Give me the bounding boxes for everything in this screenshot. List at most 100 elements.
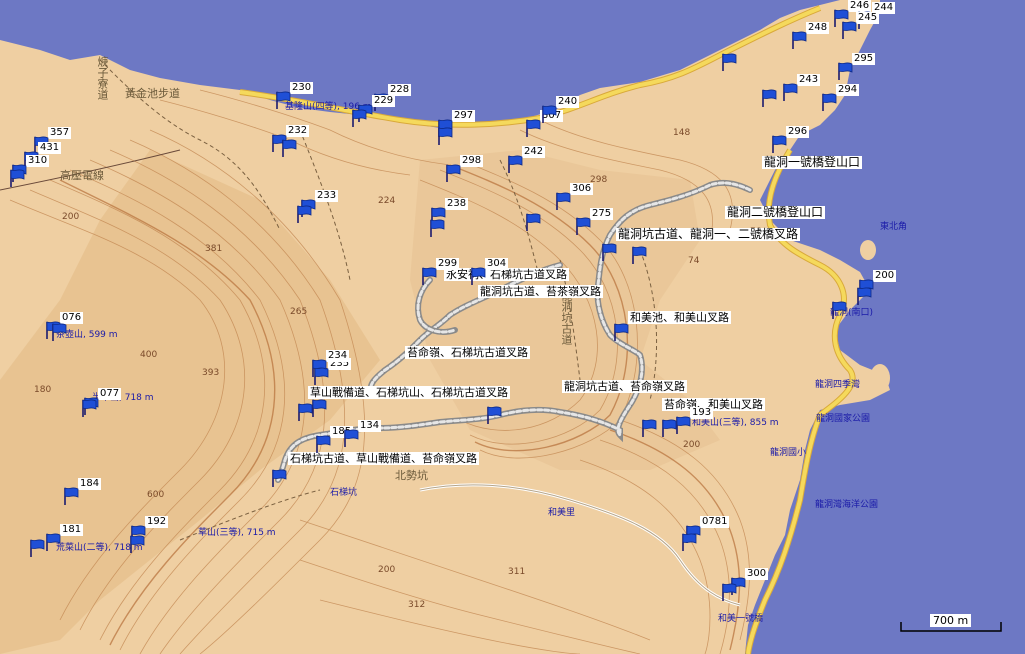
poi-longdong-school: 龍洞國小 [770, 448, 807, 458]
waypoint-flag-icon[interactable] [128, 534, 146, 554]
waypoint-flag-icon[interactable] [8, 168, 26, 188]
waypoint-number[interactable]: 230 [290, 82, 314, 94]
trail-label-9[interactable]: 龍洞坑古道、苔命嶺叉路 [562, 380, 687, 393]
waypoint-flag-icon[interactable] [314, 434, 332, 454]
waypoint-number[interactable]: 431 [38, 142, 62, 154]
waypoint-flag-icon[interactable] [770, 134, 788, 154]
waypoint-number[interactable]: 295 [852, 53, 876, 65]
waypoint-number[interactable]: 248 [806, 22, 830, 34]
waypoint-number[interactable]: 0781 [700, 516, 730, 528]
waypoint-number[interactable]: 298 [460, 155, 484, 167]
trail-label-2[interactable]: 龍洞二號橋登山口 [725, 206, 826, 219]
waypoint-flag-icon[interactable] [836, 61, 854, 81]
waypoint-flag-icon[interactable] [612, 322, 630, 342]
trail-label-8[interactable]: 草山戰備道、石梯坑山、石梯坑古道叉路 [308, 386, 510, 399]
waypoint-number[interactable]: 296 [786, 126, 810, 138]
waypoint-flag-icon[interactable] [50, 322, 68, 342]
waypoint-number[interactable]: 134 [358, 420, 382, 432]
waypoint-number[interactable]: 275 [590, 208, 614, 220]
waypoint-number[interactable]: 193 [690, 407, 714, 419]
waypoint-flag-icon[interactable] [720, 582, 738, 602]
waypoint-number[interactable]: 242 [522, 146, 546, 158]
poi-northeast: 東北角 [880, 222, 908, 232]
waypoint-flag-icon[interactable] [44, 532, 62, 552]
waypoint-number[interactable]: 300 [745, 568, 769, 580]
spot-74: 74 [688, 256, 700, 266]
waypoint-flag-icon[interactable] [350, 108, 368, 128]
waypoint-number[interactable]: 294 [836, 84, 860, 96]
waypoint-number[interactable]: 238 [445, 198, 469, 210]
waypoint-number[interactable]: 200 [873, 270, 897, 282]
spot-224: 224 [378, 196, 396, 206]
waypoint-flag-icon[interactable] [420, 266, 438, 286]
waypoint-flag-icon[interactable] [295, 204, 313, 224]
road-name-4: 龍洞坑古道 [560, 290, 573, 345]
power-line-label: 高壓電線 [60, 169, 104, 182]
waypoint-number[interactable]: 240 [556, 96, 580, 108]
waypoint-number[interactable]: 233 [315, 190, 339, 202]
waypoint-number[interactable]: 245 [856, 12, 880, 24]
waypoint-flag-icon[interactable] [436, 126, 454, 146]
waypoint-flag-icon[interactable] [720, 52, 738, 72]
waypoint-number[interactable]: 243 [797, 74, 821, 86]
road-name-3: 北勢坑 [395, 469, 428, 482]
waypoint-number[interactable]: 232 [286, 125, 310, 137]
trail-label-5[interactable]: 龍洞坑古道、苔茶嶺叉路 [478, 285, 603, 298]
waypoint-flag-icon[interactable] [660, 418, 678, 438]
waypoint-number[interactable]: 357 [48, 127, 72, 139]
waypoint-flag-icon[interactable] [485, 405, 503, 425]
waypoint-flag-icon[interactable] [781, 82, 799, 102]
trail-label-3[interactable]: 龍洞坑古道、龍洞一、二號橋叉路 [616, 228, 801, 241]
waypoint-flag-icon[interactable] [554, 191, 572, 211]
trail-label-10[interactable]: 苔命嶺、和美山叉路 [662, 398, 765, 411]
waypoint-flag-icon[interactable] [840, 20, 858, 40]
waypoint-flag-icon[interactable] [80, 398, 98, 418]
waypoint-flag-icon[interactable] [524, 212, 542, 232]
waypoint-flag-icon[interactable] [444, 163, 462, 183]
waypoint-flag-icon[interactable] [760, 88, 778, 108]
poi-hemei-mountain: 和美山(三等), 855 m [692, 418, 779, 428]
waypoint-flag-icon[interactable] [574, 216, 592, 236]
waypoint-flag-icon[interactable] [280, 138, 298, 158]
contour-elev-300b: 200 [378, 565, 396, 575]
waypoint-flag-icon[interactable] [600, 242, 618, 262]
waypoint-number[interactable]: 306 [570, 183, 594, 195]
waypoint-flag-icon[interactable] [310, 358, 328, 378]
trail-label-1[interactable]: 龍洞一號橋登山口 [762, 156, 863, 169]
waypoint-flag-icon[interactable] [506, 154, 524, 174]
waypoint-number[interactable]: 192 [145, 516, 169, 528]
waypoint-number[interactable]: 181 [60, 524, 84, 536]
waypoint-flag-icon[interactable] [270, 468, 288, 488]
waypoint-flag-icon[interactable] [62, 486, 80, 506]
waypoint-flag-icon[interactable] [680, 532, 698, 552]
waypoint-number[interactable]: 304 [485, 258, 509, 270]
waypoint-number[interactable]: 299 [436, 258, 460, 270]
waypoint-number[interactable]: 310 [26, 155, 50, 167]
waypoint-number[interactable]: 234 [326, 350, 350, 362]
waypoint-flag-icon[interactable] [428, 218, 446, 238]
waypoint-flag-icon[interactable] [342, 428, 360, 448]
waypoint-flag-icon[interactable] [630, 245, 648, 265]
waypoint-flag-icon[interactable] [540, 104, 558, 124]
waypoint-flag-icon[interactable] [640, 418, 658, 438]
poi-hemei-village: 和美里 [548, 508, 576, 518]
waypoint-flag-icon[interactable] [790, 30, 808, 50]
poi-caoshan: 草山(三等), 715 m [198, 528, 276, 538]
waypoint-number[interactable]: 184 [78, 478, 102, 490]
waypoint-number[interactable]: 077 [98, 388, 122, 400]
trail-label-6[interactable]: 和美池、和美山叉路 [628, 311, 731, 324]
spot-381: 381 [205, 244, 223, 254]
poi-longdong-bay: 龍洞灣海洋公園 [815, 500, 879, 510]
waypoint-flag-icon[interactable] [855, 286, 873, 306]
waypoint-flag-icon[interactable] [310, 398, 328, 418]
waypoint-number[interactable]: 229 [372, 95, 396, 107]
waypoint-number[interactable]: 297 [452, 110, 476, 122]
trail-label-7[interactable]: 苔命嶺、石梯坑古道叉路 [405, 346, 530, 359]
waypoint-flag-icon[interactable] [274, 90, 292, 110]
waypoint-flag-icon[interactable] [28, 538, 46, 558]
waypoint-flag-icon[interactable] [830, 300, 848, 320]
waypoint-flag-icon[interactable] [469, 266, 487, 286]
waypoint-flag-icon[interactable] [820, 92, 838, 112]
poi-hemei-bridge: 和美一號橋 [718, 614, 764, 624]
poi-shitikeng: 石梯坑 [330, 488, 358, 498]
